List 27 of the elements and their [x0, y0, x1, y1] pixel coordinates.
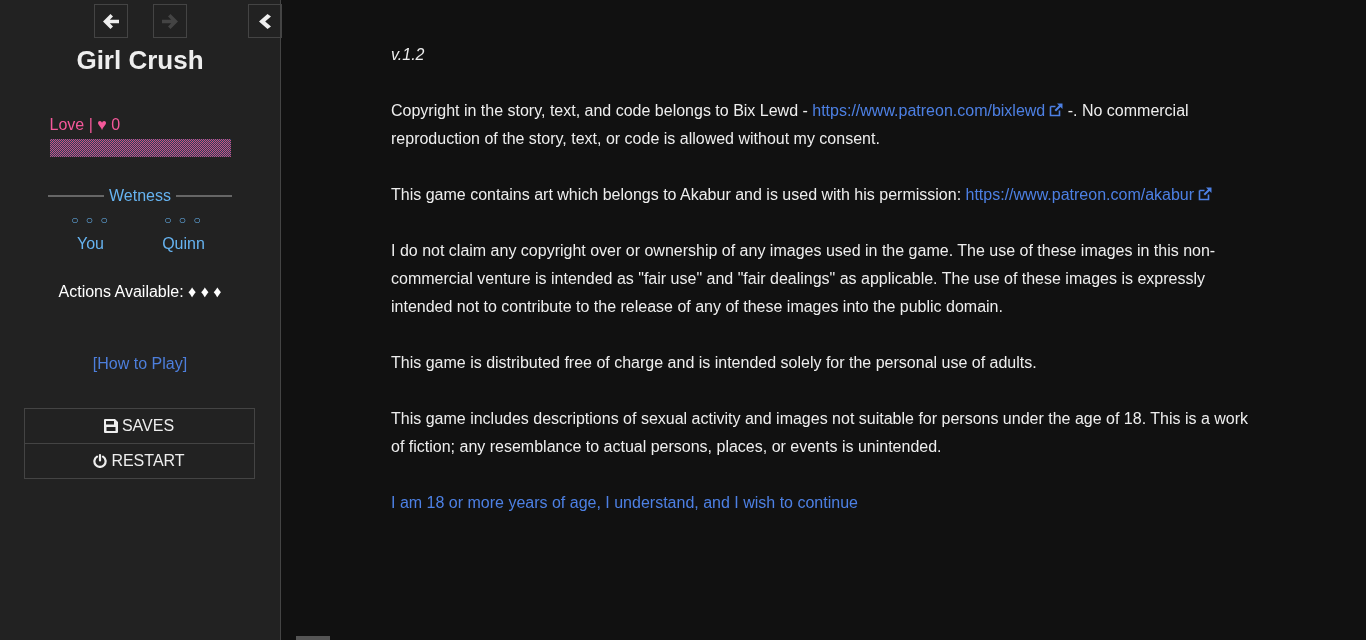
- paragraph: This game is distributed free of charge and is intended solely for the personal use of adults.: [391, 353, 1038, 373]
- paragraph: This game includes descriptions of sexual activity and images not suitable for persons under the age of 18. This is a work of fiction; any resemblance to actual persons, places, or events is unintended.: [391, 409, 1250, 457]
- back-button[interactable]: [93, 4, 128, 38]
- paragraph: Copyright in the story, text, and code belongs to Bix Lewd - https://www.patreon.com/bixlewd -. No commercial reproduction of the story, text, or code is allowed without my consent.: [391, 101, 1190, 149]
- actions-available: Actions Available: ♦ ♦ ♦: [58, 282, 222, 302]
- paragraph: I do not claim any copyright over or ownership of any images used in the game. The use of these images in this non-commercial venture is intended as "fair use" and "fair dealings" as applicable. The use of these images is expressly intended not to contribute to the release of any of these images into the public domain.: [391, 241, 1217, 317]
- link[interactable]: https://www.patreon.com/bixlewd: [812, 102, 1064, 119]
- person-name: Quinn: [162, 234, 205, 254]
- how-to-play-link[interactable]: [How to Play]: [92, 355, 188, 372]
- paragraph: This game contains art which belongs to Akabur and is used with his permission: https://www.patreon.com/akabur: [391, 181, 1255, 209]
- wetness-circles: ○ ○ ○: [71, 212, 110, 228]
- love-label: Love | ♥ 0: [49, 115, 122, 135]
- story-title: Girl Crush: [76, 45, 204, 75]
- version-label: v.1.2: [391, 45, 426, 65]
- person-name: You: [77, 234, 104, 254]
- arrow-left-icon: [102, 13, 119, 29]
- sidebar-toggle-button[interactable]: [248, 4, 282, 38]
- wetness-heading: Wetness: [109, 186, 171, 206]
- scrollbar-thumb[interactable]: [296, 636, 330, 640]
- link[interactable]: https://www.patreon.com/akabur: [965, 186, 1213, 203]
- arrow-right-icon: [161, 13, 178, 29]
- continue-link[interactable]: I am 18 or more years of age, I understand, and I wish to continue: [391, 494, 858, 511]
- chevron-left-icon: [259, 13, 271, 29]
- wetness-circles: ○ ○ ○: [164, 212, 203, 228]
- saves-button[interactable]: SAVES: [23, 408, 255, 444]
- power-icon: [93, 454, 108, 468]
- restart-button[interactable]: RESTART: [23, 443, 255, 479]
